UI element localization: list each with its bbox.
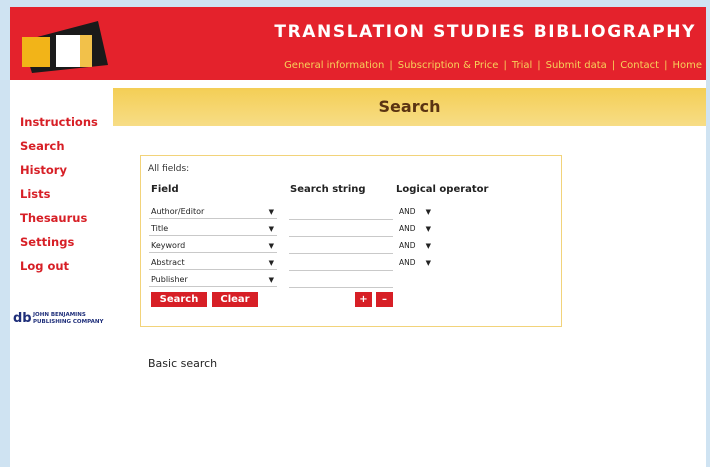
- chevron-down-icon: ▼: [268, 276, 274, 284]
- advanced-search-form: All fields: Field Search string Logical …: [140, 155, 562, 327]
- search-string-column-header: Search string: [290, 184, 366, 195]
- page-frame: TRANSLATION STUDIES BIBLIOGRAPHY General…: [10, 7, 706, 467]
- chevron-down-icon: ▼: [268, 259, 274, 267]
- chevron-down-icon: ▼: [425, 242, 431, 250]
- sidebar-item-instructions[interactable]: Instructions: [20, 112, 115, 136]
- clear-button[interactable]: Clear: [212, 292, 258, 307]
- publisher-logo-text: JOHN BENJAMINS PUBLISHING COMPANY: [33, 312, 104, 325]
- operator-select-value: AND: [399, 224, 416, 233]
- operator-select[interactable]: AND ▼: [397, 257, 433, 270]
- sidebar-item-log-out[interactable]: Log out: [20, 256, 115, 280]
- field-select[interactable]: Author/Editor ▼: [149, 206, 277, 219]
- search-string-input[interactable]: [289, 240, 393, 254]
- field-select-value: Title: [151, 224, 169, 233]
- nav-contact[interactable]: Contact: [620, 60, 659, 71]
- logical-operator-column-header: Logical operator: [396, 184, 489, 195]
- sidebar-item-search[interactable]: Search: [20, 136, 115, 160]
- field-select-value: Author/Editor: [151, 207, 205, 216]
- chevron-down-icon: ▼: [268, 225, 274, 233]
- operator-select[interactable]: AND ▼: [397, 223, 433, 236]
- site-header: TRANSLATION STUDIES BIBLIOGRAPHY General…: [10, 7, 706, 80]
- nav-submit-data[interactable]: Submit data: [546, 60, 607, 71]
- chevron-down-icon: ▼: [425, 259, 431, 267]
- nav-subscription-price[interactable]: Subscription & Price: [398, 60, 499, 71]
- publisher-logo-mark: db: [13, 311, 32, 326]
- operator-select-value: AND: [399, 258, 416, 267]
- operator-select[interactable]: AND ▼: [397, 206, 433, 219]
- search-string-input[interactable]: [289, 274, 393, 288]
- field-select-value: Abstract: [151, 258, 185, 267]
- field-select[interactable]: Keyword ▼: [149, 240, 277, 253]
- chevron-down-icon: ▼: [268, 208, 274, 216]
- operator-select-value: AND: [399, 207, 416, 216]
- chevron-down-icon: ▼: [425, 208, 431, 216]
- operator-select[interactable]: AND ▼: [397, 240, 433, 253]
- add-row-button[interactable]: +: [355, 292, 372, 307]
- site-title: TRANSLATION STUDIES BIBLIOGRAPHY: [274, 22, 696, 42]
- field-column-header: Field: [151, 184, 179, 195]
- search-button[interactable]: Search: [151, 292, 207, 307]
- field-select[interactable]: Title ▼: [149, 223, 277, 236]
- search-string-input[interactable]: [289, 206, 393, 220]
- remove-row-button[interactable]: –: [376, 292, 393, 307]
- chevron-down-icon: ▼: [425, 225, 431, 233]
- nav-general-information[interactable]: General information: [284, 60, 384, 71]
- chevron-down-icon: ▼: [268, 242, 274, 250]
- sidebar-item-history[interactable]: History: [20, 160, 115, 184]
- tsb-logo: [22, 21, 108, 73]
- sidebar-item-lists[interactable]: Lists: [20, 184, 115, 208]
- search-string-input[interactable]: [289, 257, 393, 271]
- page-title: Search: [378, 97, 441, 116]
- search-string-input[interactable]: [289, 223, 393, 237]
- operator-select-value: AND: [399, 241, 416, 250]
- sidebar: Instructions Search History Lists Thesau…: [20, 112, 115, 280]
- all-fields-label: All fields:: [148, 164, 190, 174]
- page-banner: Search: [113, 88, 706, 126]
- field-select-value: Keyword: [151, 241, 186, 250]
- basic-search-link[interactable]: Basic search: [148, 357, 217, 370]
- field-select[interactable]: Abstract ▼: [149, 257, 277, 270]
- field-select[interactable]: Publisher ▼: [149, 274, 277, 287]
- nav-home[interactable]: Home: [672, 60, 702, 71]
- sidebar-item-thesaurus[interactable]: Thesaurus: [20, 208, 115, 232]
- sidebar-item-settings[interactable]: Settings: [20, 232, 115, 256]
- nav-trial[interactable]: Trial: [512, 60, 532, 71]
- field-select-value: Publisher: [151, 275, 188, 284]
- top-nav: General information | Subscription & Price…: [284, 60, 702, 71]
